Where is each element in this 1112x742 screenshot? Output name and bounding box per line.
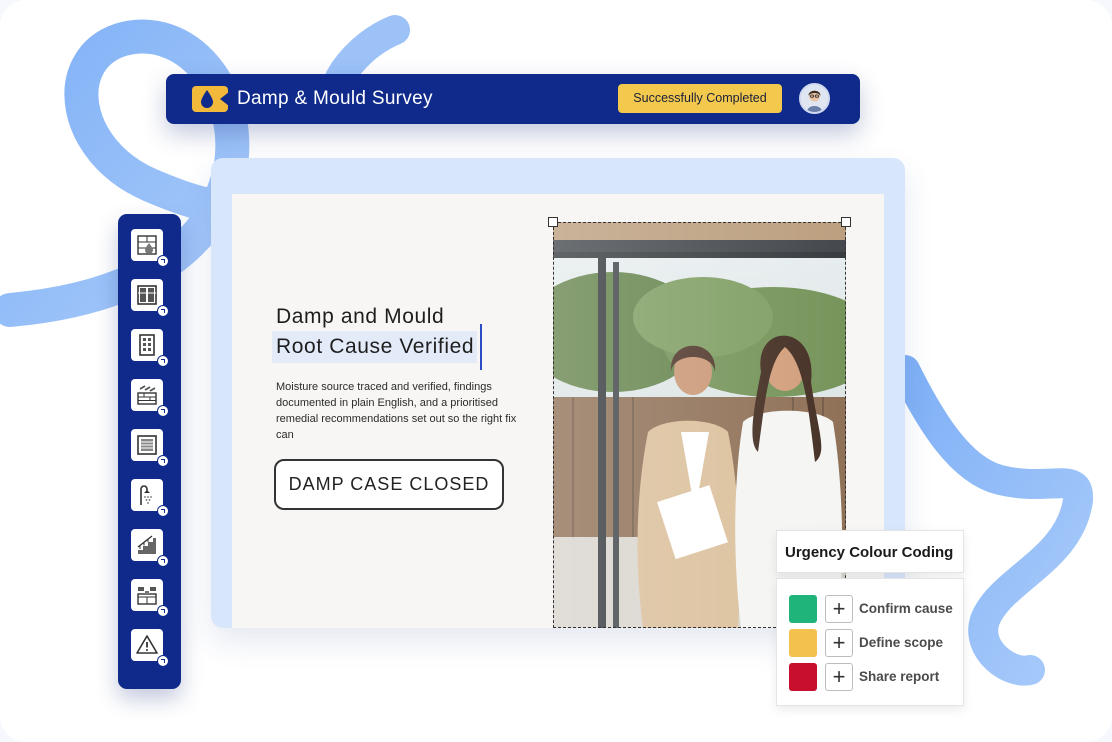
shower-icon[interactable] [131, 479, 169, 517]
brick-vent-icon[interactable] [131, 379, 169, 417]
header-bar: Damp & Mould Survey Successfully Complet… [166, 74, 860, 124]
radiator-icon[interactable] [131, 429, 169, 467]
user-avatar-icon[interactable] [799, 83, 830, 114]
canvas: Damp & Mould Survey Successfully Complet… [0, 0, 1112, 742]
urgency-item-define-scope[interactable]: + Define scope [789, 629, 959, 657]
urgency-item-confirm-cause[interactable]: + Confirm cause [789, 595, 959, 623]
plus-icon[interactable]: + [825, 629, 853, 657]
warning-icon[interactable] [131, 629, 169, 667]
damp-case-closed-button[interactable]: DAMP CASE CLOSED [274, 459, 504, 510]
urgency-label: Confirm cause [859, 601, 953, 616]
door-icon[interactable] [131, 329, 169, 367]
stairs-icon[interactable] [131, 529, 169, 567]
urgency-label: Share report [859, 669, 940, 684]
urgency-legend: + Confirm cause + Define scope + Share r… [776, 578, 964, 706]
text-cursor [480, 324, 482, 370]
plus-icon[interactable]: + [825, 663, 853, 691]
kitchen-icon[interactable] [131, 579, 169, 617]
tool-sidebar [118, 214, 181, 689]
green-swatch [789, 595, 817, 623]
urgency-legend-title: Urgency Colour Coding [785, 544, 954, 561]
window-icon[interactable] [131, 279, 169, 317]
urgency-legend-header: Urgency Colour Coding [776, 530, 964, 573]
urgency-item-share-report[interactable]: + Share report [789, 663, 959, 691]
damp-wall-icon[interactable] [131, 229, 169, 267]
plus-icon[interactable]: + [825, 595, 853, 623]
status-badge: Successfully Completed [618, 84, 782, 113]
app-title: Damp & Mould Survey [237, 88, 433, 109]
headline-line-1[interactable]: Damp and Mould [276, 305, 444, 329]
yellow-swatch [789, 629, 817, 657]
resize-handle-top-left[interactable] [548, 217, 558, 227]
resize-handle-top-right[interactable] [841, 217, 851, 227]
red-swatch [789, 663, 817, 691]
urgency-label: Define scope [859, 635, 944, 650]
headline-line-2[interactable]: Root Cause Verified [276, 335, 474, 359]
body-text[interactable]: Moisture source traced and verified, fin… [276, 379, 526, 443]
water-drop-camera-icon [192, 86, 229, 112]
